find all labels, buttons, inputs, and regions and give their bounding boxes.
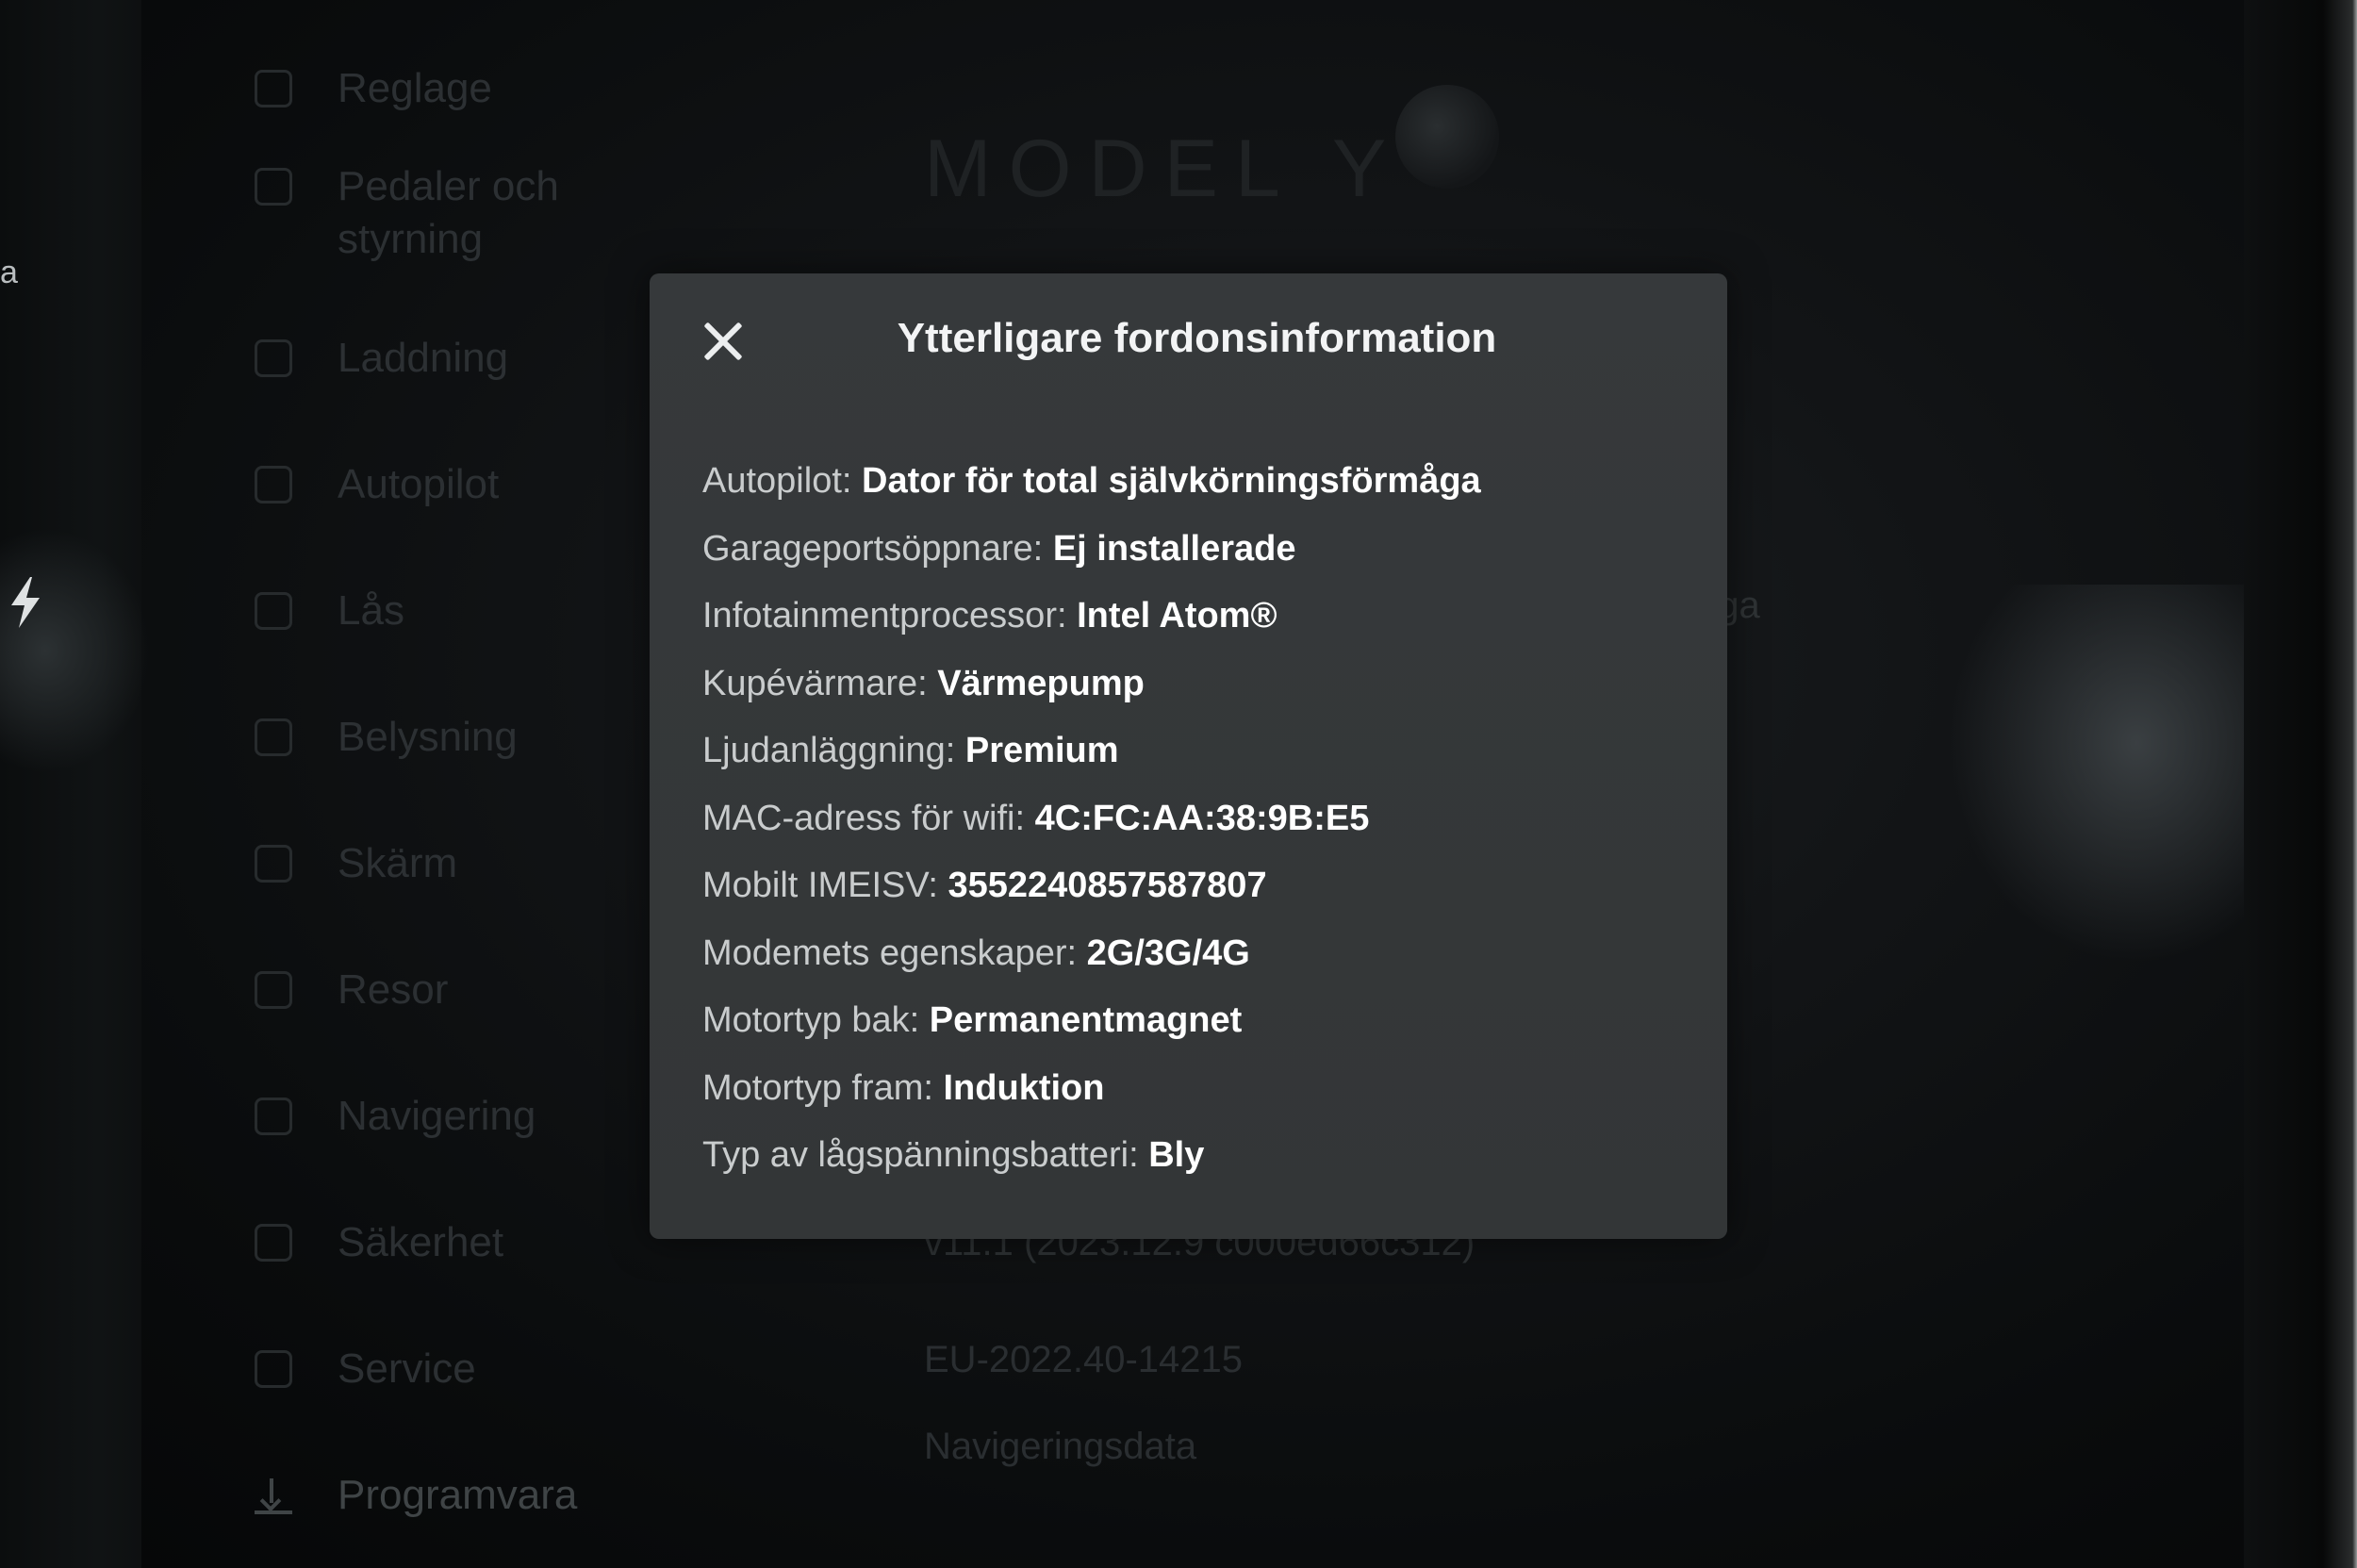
info-label: Typ av lågspänningsbatteri: — [702, 1135, 1149, 1175]
info-row-sound-system: Ljudanläggning: Premium — [702, 724, 1702, 792]
info-value: Premium — [964, 731, 1119, 770]
info-value: Intel Atom® — [1077, 596, 1277, 635]
sidebar-item-navigering[interactable]: Navigering — [255, 1090, 536, 1143]
info-value: Bly — [1148, 1135, 1205, 1175]
info-label: Ljudanläggning: — [702, 731, 965, 770]
car-render-right — [1933, 585, 2272, 981]
info-row-autopilot: Autopilot: Dator för total självkörnings… — [702, 454, 1702, 522]
info-value: 3552240857587807 — [948, 866, 1267, 905]
info-label: Motortyp fram: — [702, 1067, 944, 1108]
info-label: Garageportsöppnare: — [702, 528, 1053, 569]
model-logo: MODEL Y — [924, 124, 1404, 214]
sidebar-item-label: Reglage — [338, 65, 492, 111]
sidebar-item-sakerhet[interactable]: Säkerhet — [255, 1216, 503, 1269]
sidebar-item-label: Navigering — [338, 1093, 536, 1139]
lock-icon — [255, 592, 292, 630]
shield-icon — [255, 1224, 292, 1262]
info-label: Autopilot: — [702, 461, 862, 501]
sidebar-item-autopilot[interactable]: Autopilot — [255, 458, 499, 511]
modal-title: Ytterligare fordonsinformation — [897, 315, 1497, 361]
info-row-low-voltage-battery: Typ av lågspänningsbatteri: Bly — [702, 1129, 1702, 1197]
info-value: Värmepump — [937, 663, 1145, 703]
steering-wheel-icon — [255, 466, 292, 503]
light-icon — [255, 718, 292, 756]
info-label: Mobilt IMEISV: — [702, 866, 948, 905]
sidebar-item-label: Belysning — [338, 714, 518, 760]
sidebar-item-label: Skärm — [338, 840, 458, 886]
sidebar-item-las[interactable]: Lås — [255, 585, 404, 637]
sidebar-item-pedaler[interactable]: Pedaler och styrning — [255, 160, 651, 266]
lightning-bolt-icon[interactable] — [8, 577, 43, 628]
sidebar-item-label: Laddning — [338, 335, 509, 381]
info-value: Induktion — [943, 1067, 1105, 1108]
info-row-infotainment-processor: Infotainmentprocessor: Intel Atom® — [702, 589, 1702, 657]
sidebar-item-label: Lås — [338, 587, 404, 634]
info-row-wifi-mac: MAC-adress för wifi: 4C:FC:AA:38:9B:E5 — [702, 792, 1702, 860]
info-label: Kupévärmare: — [702, 663, 938, 703]
info-row-rear-motor: Motortyp bak: Permanentmagnet — [702, 994, 1702, 1062]
info-row-front-motor: Motortyp fram: Induktion — [702, 1062, 1702, 1130]
info-label: Infotainmentprocessor: — [702, 596, 1078, 635]
info-row-modem-capabilities: Modemets egenskaper: 2G/3G/4G — [702, 927, 1702, 995]
trips-icon — [255, 971, 292, 1009]
sidebar-item-label: Service — [338, 1345, 476, 1392]
info-label: Modemets egenskaper: — [702, 933, 1087, 973]
sidebar-item-skarm[interactable]: Skärm — [255, 837, 457, 890]
sidebar-item-laddning[interactable]: Laddning — [255, 332, 508, 385]
right-screen-bezel — [2244, 0, 2357, 1568]
display-icon — [255, 845, 292, 883]
info-row-imeisv: Mobilt IMEISV: 3552240857587807 — [702, 859, 1702, 927]
vehicle-info-list: Autopilot: Dator för total självkörnings… — [702, 454, 1702, 1197]
charging-icon — [255, 339, 292, 377]
vehicle-info-modal: Ytterligare fordonsinformation Autopilot… — [650, 273, 1727, 1239]
sidebar-item-label: Autopilot — [338, 461, 500, 507]
map-version: EU-2022.40-14215 — [924, 1339, 1244, 1380]
sidebar-item-label: Pedaler och styrning — [338, 163, 559, 262]
info-value: Permanentmagnet — [929, 1000, 1243, 1040]
info-value: 2G/3G/4G — [1086, 933, 1250, 973]
left-screen-edge — [0, 0, 141, 1568]
car-icon — [255, 168, 292, 206]
sidebar-item-programvara[interactable]: Programvara — [255, 1469, 577, 1522]
navigation-icon — [255, 1098, 292, 1135]
wrench-icon — [255, 1350, 292, 1388]
info-row-cabin-heater: Kupévärmare: Värmepump — [702, 657, 1702, 725]
info-row-garage-door-opener: Garageportsöppnare: Ej installerade — [702, 522, 1702, 590]
map-data-label: Navigeringsdata — [924, 1426, 1197, 1467]
info-label: MAC-adress för wifi: — [702, 798, 1035, 838]
sidebar-item-resor[interactable]: Resor — [255, 964, 448, 1016]
sidebar-item-reglage[interactable]: Reglage — [255, 62, 492, 115]
driver-profile-avatar[interactable] — [1395, 85, 1499, 189]
download-icon — [255, 1477, 292, 1514]
sidebar-item-service[interactable]: Service — [255, 1343, 476, 1395]
sidebar-item-label: Programvara — [338, 1472, 578, 1518]
info-value: 4C:FC:AA:38:9B:E5 — [1034, 798, 1370, 838]
cut-off-text: a — [0, 255, 18, 290]
sidebar-item-label: Resor — [338, 966, 449, 1013]
toggle-icon — [255, 70, 292, 107]
info-label: Motortyp bak: — [702, 1000, 930, 1040]
screen: a Reglage Pedaler och styrning Laddning … — [0, 0, 2357, 1568]
sidebar-item-belysning[interactable]: Belysning — [255, 711, 518, 764]
info-value: Dator för total självkörningsförmåga — [862, 461, 1481, 501]
car-render-left — [0, 528, 151, 773]
sidebar-item-label: Säkerhet — [338, 1219, 504, 1265]
info-value: Ej installerade — [1052, 528, 1296, 569]
